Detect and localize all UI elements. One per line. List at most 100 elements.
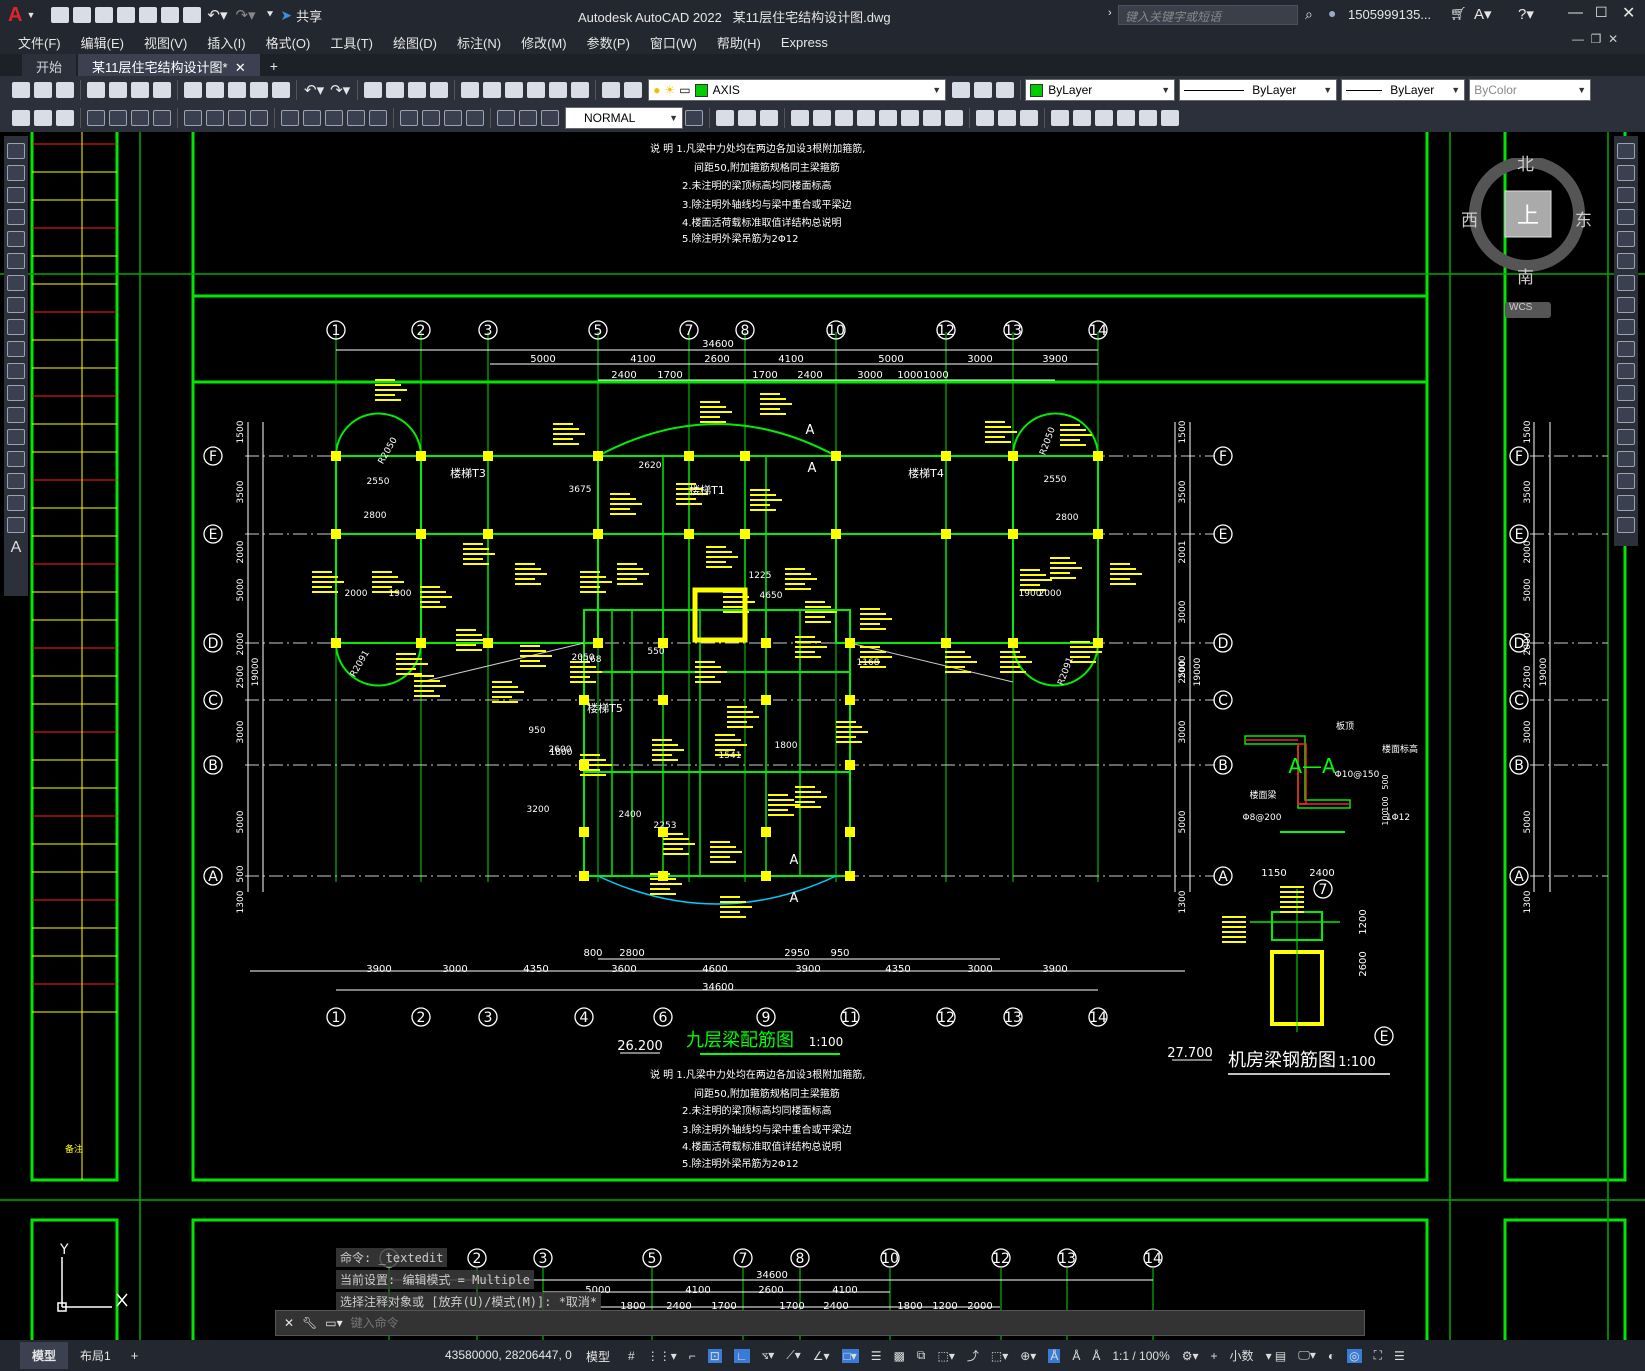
model-space-toggle[interactable]: 模型 [586, 1348, 610, 1365]
dim-angular-icon[interactable] [250, 110, 268, 126]
plot-icon[interactable] [183, 7, 202, 23]
close-command-icon[interactable]: ✕ [284, 1316, 294, 1330]
quick-access-menu-icon[interactable]: ⯆ [266, 9, 275, 22]
zoom-previous-icon[interactable] [430, 82, 449, 98]
close-icon[interactable]: ✕ [1622, 3, 1635, 23]
scale-icon[interactable] [1617, 297, 1635, 313]
explode-icon[interactable] [1617, 517, 1635, 533]
coordinates-readout[interactable]: 43580000, 28206447, 0 [445, 1348, 572, 1362]
rotate-icon[interactable] [1617, 275, 1635, 291]
3d-print-icon[interactable] [153, 82, 171, 98]
zoom-window-icon[interactable] [408, 82, 427, 98]
edit-icon[interactable] [34, 110, 52, 126]
solid-edit-icon[interactable] [976, 110, 994, 126]
break-icon[interactable] [1617, 407, 1635, 423]
center-mark-icon[interactable] [422, 110, 440, 126]
viewcube-south[interactable]: 南 [1517, 263, 1534, 288]
layout-tab-layout1[interactable]: 布局1 [68, 1342, 123, 1369]
isodraft-icon[interactable]: ⟋▾ [786, 1348, 800, 1363]
menu-item-9[interactable]: 参数(P) [577, 33, 640, 52]
ucs-object-icon[interactable] [1139, 110, 1157, 126]
quick-dim-icon[interactable] [281, 110, 299, 126]
dim-edit-icon[interactable] [497, 110, 515, 126]
snap-icon[interactable]: ⋮⋮▾ [647, 1349, 677, 1363]
gizmo-icon[interactable]: ⊕▾ [1020, 1349, 1036, 1363]
save-icon[interactable] [95, 7, 114, 23]
lineweight-icon[interactable]: ☰ [871, 1349, 882, 1363]
drawing-canvas[interactable]: 备注 说 明 1.凡梁中力处均在两边各加设3根附加箍筋, 间距50,附加箍筋规格同… [0, 132, 1645, 1340]
menu-item-4[interactable]: 格式(O) [256, 33, 321, 52]
move-icon[interactable] [1617, 253, 1635, 269]
offset-icon[interactable] [1617, 209, 1635, 225]
viewcube-top[interactable]: 上 [1517, 198, 1539, 230]
mtext-tool-icon[interactable]: A [11, 539, 22, 557]
auto-scale-icon[interactable]: Å [1072, 1349, 1080, 1363]
ucs-previous-icon[interactable] [1095, 110, 1113, 126]
annotation-scale-value[interactable]: 1:1 / 100% [1112, 1349, 1169, 1363]
menu-item-3[interactable]: 插入(I) [197, 33, 255, 52]
revcloud-tool-icon[interactable] [7, 297, 25, 313]
dim-radius-icon[interactable] [184, 110, 202, 126]
block-editor-icon[interactable] [272, 82, 290, 98]
xline-tool-icon[interactable] [7, 165, 25, 181]
blend-icon[interactable] [1617, 495, 1635, 511]
tolerance-icon[interactable] [400, 110, 418, 126]
dim-aligned-icon[interactable] [109, 110, 127, 126]
tab-drawing[interactable]: 某11层住宅结构设计图* ✕ [78, 54, 260, 76]
dim-baseline-icon[interactable] [303, 110, 321, 126]
dim-space-icon[interactable] [347, 110, 365, 126]
subtract-icon[interactable] [738, 110, 756, 126]
quick-properties-icon[interactable]: ▾ ▤ [1266, 1349, 1287, 1363]
new-file-icon[interactable] [51, 7, 70, 23]
osnap-tracking-icon[interactable]: ∠▾ [813, 1349, 830, 1363]
stretch-tool-icon[interactable] [1617, 319, 1635, 335]
dim-break-icon[interactable] [369, 110, 387, 126]
loft-icon[interactable] [857, 110, 875, 126]
design-center-icon[interactable] [483, 82, 502, 98]
array-icon[interactable] [1617, 231, 1635, 247]
color-dropdown[interactable]: ByLayer ▼ [1025, 79, 1176, 101]
menu-item-0[interactable]: 文件(F) [8, 33, 71, 52]
3d-osnap-icon[interactable]: ⬚▾ [937, 1349, 954, 1363]
grid-icon[interactable]: # [628, 1349, 635, 1363]
polar-icon[interactable]: ⦪▾ [762, 1348, 775, 1363]
dynamic-ucs-icon[interactable]: ⤴ [967, 1347, 979, 1364]
open-icon[interactable] [34, 82, 52, 98]
sweep-icon[interactable] [835, 110, 853, 126]
insert-block-icon[interactable] [7, 385, 25, 401]
join-icon[interactable] [1617, 429, 1635, 445]
maximize-icon[interactable]: ☐ [1595, 4, 1608, 21]
properties-icon[interactable] [461, 82, 480, 98]
circle-tool-icon[interactable] [7, 275, 25, 291]
chamfer-edge-icon[interactable] [1020, 110, 1038, 126]
annotation-visibility-icon[interactable]: Å [1048, 1348, 1061, 1363]
new-icon[interactable] [12, 82, 30, 98]
dimstyle-dropdown[interactable]: NORMAL ▼ [565, 107, 683, 129]
rectangle-tool-icon[interactable] [7, 231, 25, 247]
ellipse-arc-tool-icon[interactable] [7, 363, 25, 379]
chamfer-icon[interactable] [1617, 451, 1635, 467]
dim-arc-icon[interactable] [131, 110, 149, 126]
redo-icon[interactable]: ↷▾ [235, 6, 255, 24]
polyline-tool-icon[interactable] [7, 187, 25, 203]
close-tab-icon[interactable]: ✕ [235, 60, 246, 75]
lock-ui-icon[interactable]: 🖵︎▾ [1298, 1348, 1316, 1363]
polygon-tool-icon[interactable] [7, 209, 25, 225]
tool-palettes-icon[interactable] [505, 82, 524, 98]
save-web-icon[interactable] [161, 7, 180, 23]
dynamic-input-icon[interactable]: ⊡ [707, 1348, 722, 1363]
search-icon[interactable]: ⌕ [1305, 6, 1313, 23]
menu-item-2[interactable]: 视图(V) [134, 33, 197, 52]
ellipse-tool-icon[interactable] [7, 341, 25, 357]
cart-icon[interactable]: 🛒︎ [1450, 6, 1467, 22]
ucs-icon[interactable] [1051, 110, 1069, 126]
dim-update-icon[interactable] [541, 110, 559, 126]
trim-icon[interactable] [1617, 341, 1635, 357]
undo-icon[interactable]: ↶▾ [207, 6, 227, 24]
open-file-icon[interactable] [73, 7, 92, 23]
dim-continue-icon[interactable] [325, 110, 343, 126]
calculator-icon[interactable] [571, 82, 590, 98]
plotstyle-dropdown[interactable]: ByColor ▼ [1469, 79, 1592, 101]
jogged-linear-icon[interactable] [466, 110, 484, 126]
publish-icon[interactable] [131, 82, 149, 98]
